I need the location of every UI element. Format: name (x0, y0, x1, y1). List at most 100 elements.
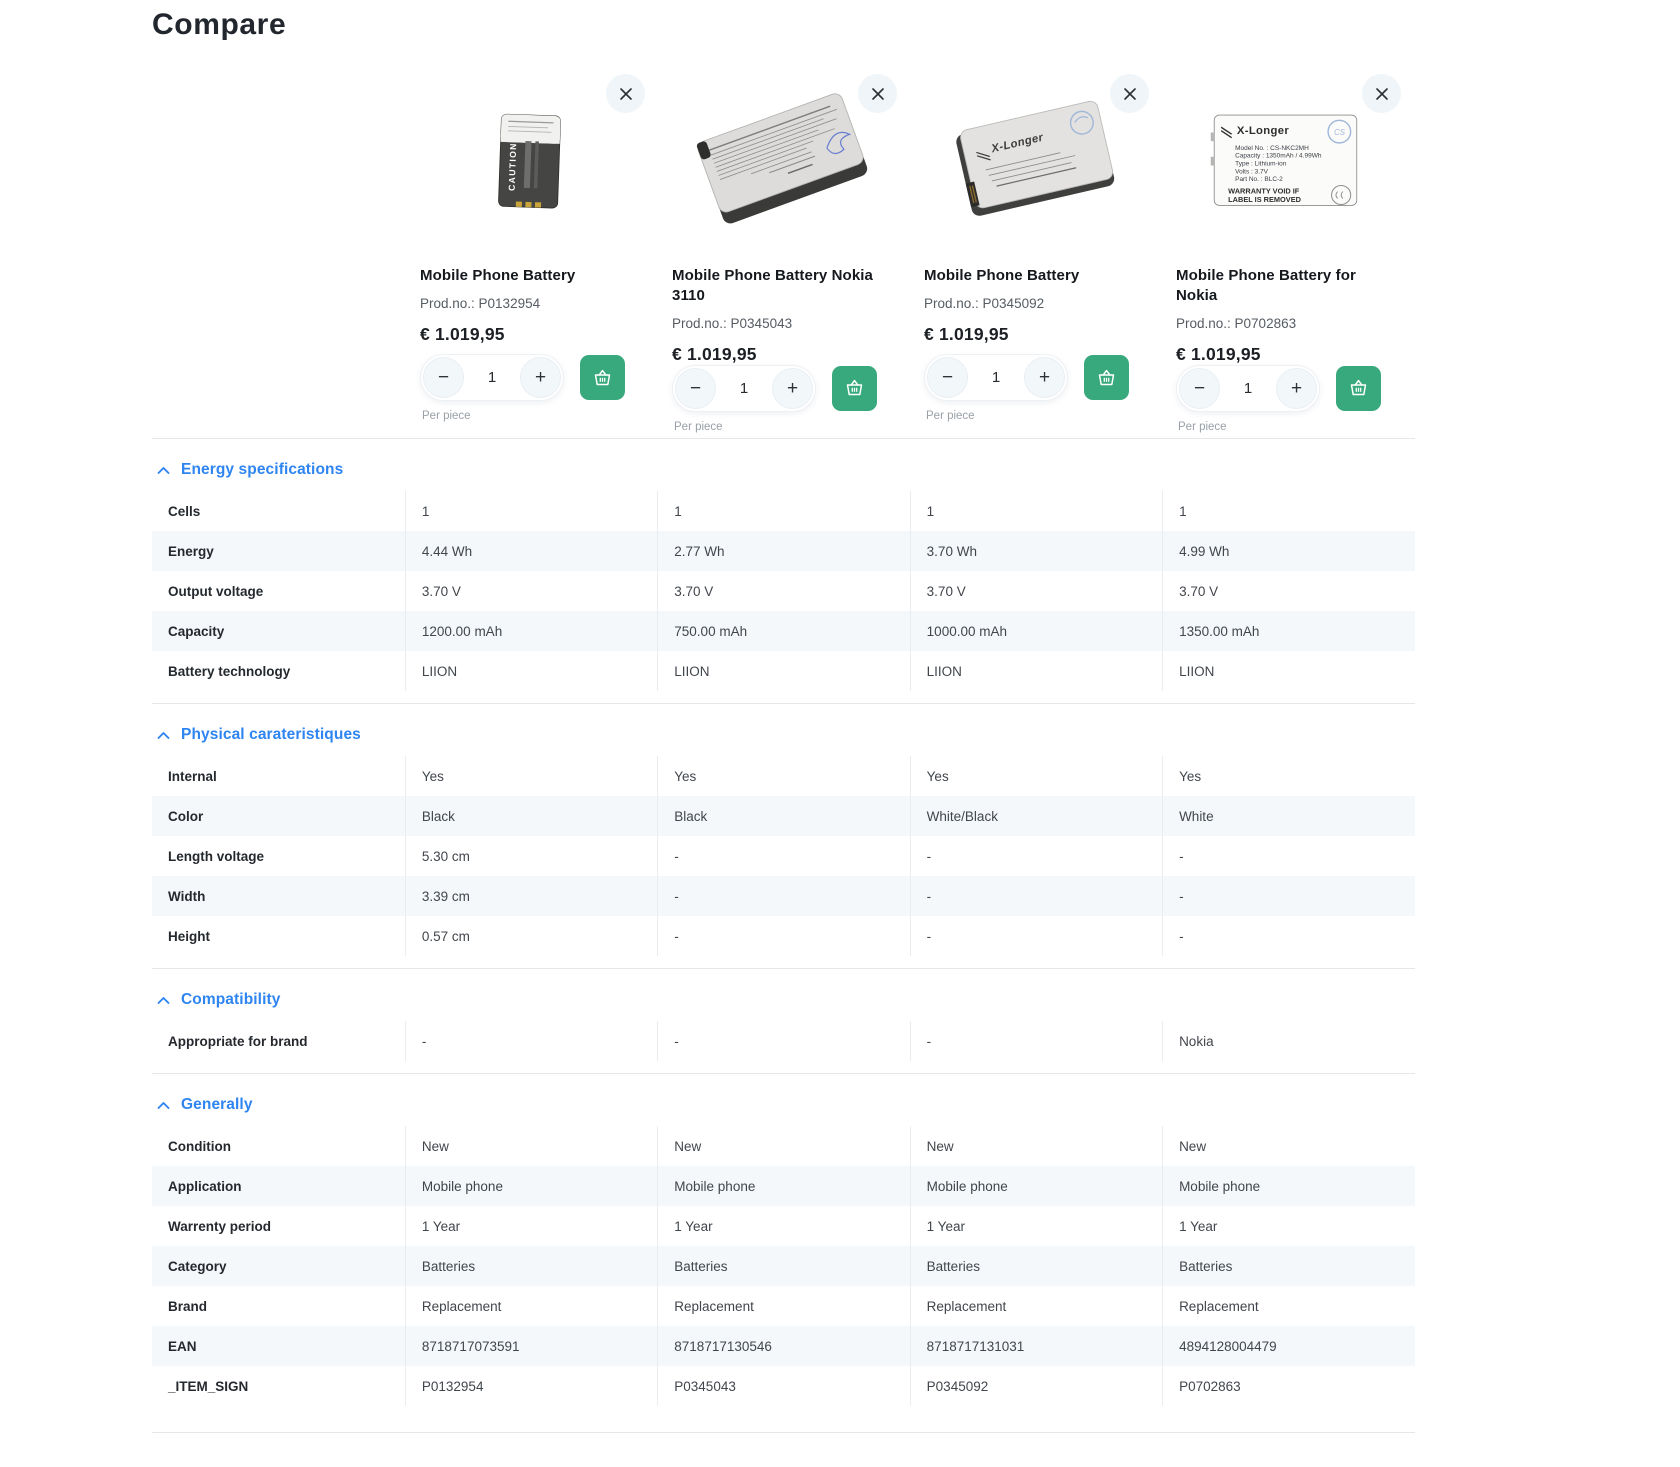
per-piece-label: Per piece (420, 410, 639, 422)
spec-value: 4894128004479 (1163, 1326, 1415, 1366)
spec-value: - (910, 1021, 1162, 1061)
battery-logo-text: CS (1334, 128, 1346, 137)
product-number: Prod.no.: P0345043 (672, 316, 891, 331)
spec-value: - (910, 916, 1162, 956)
increase-button[interactable]: + (772, 368, 813, 409)
section-title: Compatibility (181, 991, 280, 1009)
spec-value: Mobile phone (658, 1166, 910, 1206)
basket-icon (1348, 378, 1369, 398)
increase-button[interactable]: + (1276, 368, 1317, 409)
spec-label: Condition (152, 1126, 405, 1166)
add-to-cart-button[interactable] (1084, 355, 1129, 400)
spec-value: 1 (910, 491, 1162, 531)
section-header[interactable]: Generally (152, 1086, 1415, 1126)
spec-row: Width3.39 cm--- (152, 876, 1415, 916)
add-to-cart-button[interactable] (832, 366, 877, 411)
battery-label-text: CAUTION (507, 142, 519, 191)
increase-button[interactable]: + (520, 357, 561, 398)
quantity-value: 1 (488, 369, 496, 386)
spec-value: 3.70 V (1163, 571, 1415, 611)
close-icon[interactable] (1362, 74, 1401, 113)
add-to-cart-button[interactable] (1336, 366, 1381, 411)
spec-value: Mobile phone (1163, 1166, 1415, 1206)
section-header[interactable]: Physical carateristiques (152, 716, 1415, 756)
section-header[interactable]: Energy specifications (152, 451, 1415, 491)
decrease-button[interactable]: − (927, 357, 968, 398)
spec-row: Height0.57 cm--- (152, 916, 1415, 956)
spec-row: Appropriate for brand---Nokia (152, 1021, 1415, 1061)
spec-row: Cells1111 (152, 491, 1415, 531)
section-title: Energy specifications (181, 461, 343, 479)
spec-value: P0345092 (910, 1366, 1162, 1406)
battery-brand-text: X-Longer (1237, 125, 1290, 137)
spec-value: Batteries (405, 1246, 657, 1286)
spec-value: New (405, 1126, 657, 1166)
spec-value: Batteries (1163, 1246, 1415, 1286)
spec-value: - (910, 836, 1162, 876)
basket-icon (844, 378, 865, 398)
decrease-button[interactable]: − (1179, 368, 1220, 409)
close-icon[interactable] (858, 74, 897, 113)
close-icon[interactable] (606, 74, 645, 113)
product-price: € 1.019,95 (924, 324, 1143, 345)
battery-spec-text: Capacity : 1350mAh / 4.99Wh (1235, 153, 1322, 160)
spec-value: P0345043 (658, 1366, 910, 1406)
add-to-cart-button[interactable] (580, 355, 625, 400)
decrease-button[interactable]: − (675, 368, 716, 409)
spec-label: Length voltage (152, 836, 405, 876)
spec-value: 1 Year (405, 1206, 657, 1246)
spec-value: LIION (658, 651, 910, 691)
spec-row: CategoryBatteriesBatteriesBatteriesBatte… (152, 1246, 1415, 1286)
spec-value: - (1163, 876, 1415, 916)
product-number: Prod.no.: P0132954 (420, 296, 639, 311)
spec-table: Appropriate for brand---Nokia (152, 1021, 1415, 1061)
spec-value: - (658, 1021, 910, 1061)
basket-icon (592, 368, 613, 388)
spec-label: Warrenty period (152, 1206, 405, 1246)
spec-value: 1 (658, 491, 910, 531)
battery-warranty-text: LABEL IS REMOVED (1228, 195, 1301, 204)
product-card: X-Longer Mobile Phone Battery P (909, 74, 1161, 422)
product-price: € 1.019,95 (672, 344, 891, 365)
spec-value: 3.39 cm (405, 876, 657, 916)
quantity-stepper: − 1 + (672, 365, 816, 412)
close-icon[interactable] (1110, 74, 1149, 113)
spec-value: - (658, 916, 910, 956)
spec-value: 0.57 cm (405, 916, 657, 956)
spec-value: Yes (405, 756, 657, 796)
product-image (672, 78, 891, 246)
section-header[interactable]: Compatibility (152, 981, 1415, 1021)
product-number: Prod.no.: P0345092 (924, 296, 1143, 311)
spec-value: Black (658, 796, 910, 836)
spec-value: - (910, 876, 1162, 916)
increase-button[interactable]: + (1024, 357, 1065, 398)
spec-row: Energy4.44 Wh2.77 Wh3.70 Wh4.99 Wh (152, 531, 1415, 571)
spec-value: P0132954 (405, 1366, 657, 1406)
spec-label: _ITEM_SIGN (152, 1366, 405, 1406)
spec-value: White/Black (910, 796, 1162, 836)
spec-value: Yes (910, 756, 1162, 796)
spec-row: ConditionNewNewNewNew (152, 1126, 1415, 1166)
spec-label: Height (152, 916, 405, 956)
spec-value: 1000.00 mAh (910, 611, 1162, 651)
battery-warranty-text: WARRANTY VOID IF (1228, 186, 1300, 195)
spec-value: 8718717130546 (658, 1326, 910, 1366)
spec-value: Replacement (1163, 1286, 1415, 1326)
product-image: X-Longer CS Model No. : CS-NKC2MH Capaci… (1176, 78, 1395, 246)
spec-row: Capacity1200.00 mAh750.00 mAh1000.00 mAh… (152, 611, 1415, 651)
section-title: Generally (181, 1096, 253, 1114)
decrease-button[interactable]: − (423, 357, 464, 398)
spec-sections: Energy specifications Cells1111Energy4.4… (152, 438, 1415, 1418)
product-title: Mobile Phone Battery (420, 266, 639, 286)
spec-section: Compatibility Appropriate for brand---No… (152, 968, 1415, 1073)
spec-label: Battery technology (152, 651, 405, 691)
spec-value: Replacement (405, 1286, 657, 1326)
spec-label: Energy (152, 531, 405, 571)
chevron-up-icon (157, 466, 170, 475)
spec-section: Energy specifications Cells1111Energy4.4… (152, 438, 1415, 703)
product-number: Prod.no.: P0702863 (1176, 316, 1395, 331)
spec-label: Color (152, 796, 405, 836)
spec-label: Application (152, 1166, 405, 1206)
spec-value: Replacement (658, 1286, 910, 1326)
spec-table: ConditionNewNewNewNewApplication Mobile p… (152, 1126, 1415, 1406)
